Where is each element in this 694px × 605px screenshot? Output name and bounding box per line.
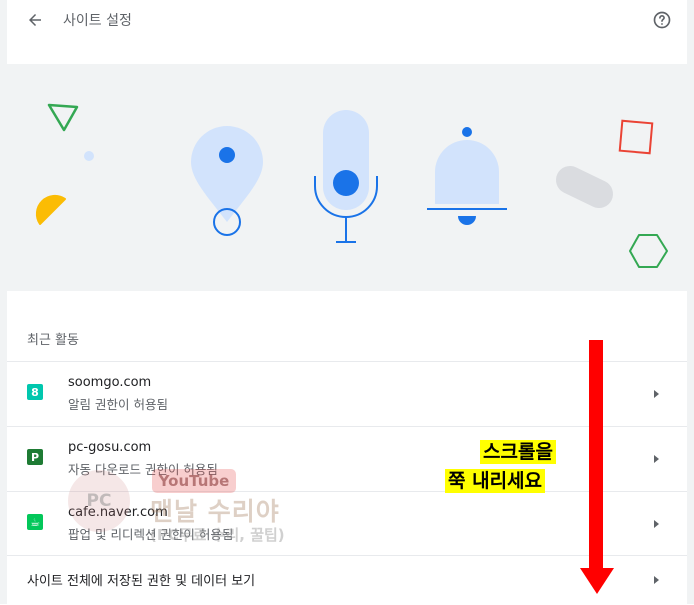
favicon: 8 [27,384,43,400]
watermark-channel-name: 맨날 수리야 [150,497,280,526]
triangle-shape [47,103,79,132]
pill-shape [556,166,613,208]
chevron-right-icon [654,520,659,528]
microphone-icon [314,110,378,243]
square-shape [618,119,654,155]
arrow-left-icon [29,14,41,26]
recent-activity-label: 최근 활동 [27,333,79,348]
watermark-subtitle: (PC무료 수리, 꿀팁) [150,526,285,544]
hero-illustration [7,64,687,291]
chevron-right-icon [654,390,659,398]
dot-shape [84,151,94,161]
window-left-edge [0,0,7,604]
scroll-hint-line2: 쭉 내리세요 [445,469,546,493]
window-right-edge [687,0,694,604]
bell-icon [427,127,507,225]
location-pin-icon [191,126,263,236]
favicon: P [27,449,43,465]
back-button[interactable] [21,6,49,34]
help-circle-icon [653,11,671,29]
watermark-badge: PC [68,470,130,532]
chevron-right-icon [654,455,659,463]
hexagon-shape [629,234,668,268]
site-domain: pc-gosu.com [68,440,152,455]
page-header: 사이트 설정 [7,0,687,40]
semicircle-shape [35,194,66,225]
page-title: 사이트 설정 [63,13,132,29]
help-button[interactable] [649,7,675,33]
favicon: ☕ [27,514,43,530]
site-permission-desc: 알림 권한이 허용됨 [68,397,168,412]
site-domain: soomgo.com [68,375,152,390]
chevron-right-icon [654,576,659,584]
scroll-down-arrow [580,340,614,594]
scroll-hint-line1: 스크롤을 [480,440,556,464]
all-sites-data-label: 사이트 전체에 저장된 권한 및 데이터 보기 [27,574,256,589]
youtube-logo: YouTube [152,469,236,493]
